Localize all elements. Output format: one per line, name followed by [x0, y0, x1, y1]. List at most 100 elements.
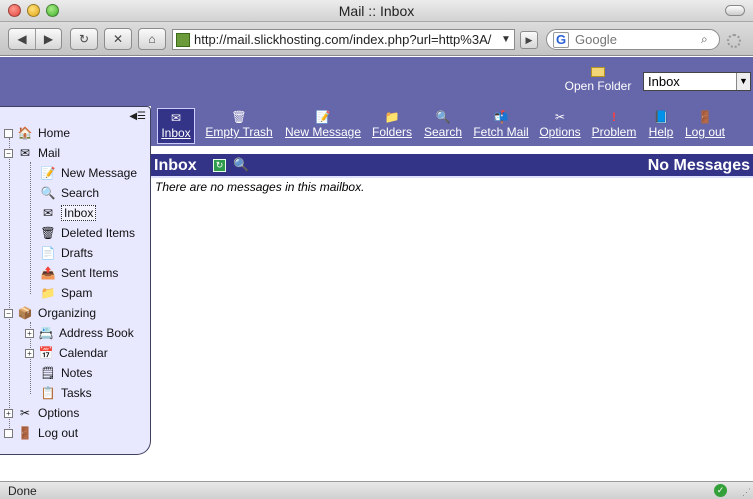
mail-toolbar-inbox[interactable]: ✉ Inbox — [157, 108, 195, 144]
sidebar-item-drafts[interactable]: 📄 Drafts — [40, 244, 94, 262]
loading-spinner-icon — [727, 34, 741, 48]
options-icon: ✂ — [554, 110, 566, 124]
sidebar-item-label: Spam — [61, 286, 93, 300]
sidebar-item-search[interactable]: 🔍 Search — [40, 184, 100, 202]
mail-toolbar-problem[interactable]: ! Problem — [589, 108, 639, 144]
resize-grip-icon[interactable]: ⋰ — [742, 487, 751, 498]
sidebar-item-log-out[interactable]: 🚪 Log out — [4, 424, 78, 442]
compose-icon: 📝 — [40, 166, 56, 180]
sidebar-item-sent-items[interactable]: 📤 Sent Items — [40, 264, 119, 282]
browser-toolbar: ◀ ▶ ↻ ✕ ⌂ http://mail.slickhosting.com/i… — [0, 22, 753, 56]
mailbox-search-icon[interactable]: 🔍 — [233, 157, 249, 173]
mail-toolbar-empty-trash[interactable]: 🗑 Empty Trash — [201, 108, 277, 144]
sidebar-item-label: Drafts — [61, 246, 94, 260]
mail-toolbar-label: Options — [539, 125, 581, 139]
toolbar-separator — [151, 146, 753, 154]
sidebar-item-spam[interactable]: 📁 Spam — [40, 284, 93, 302]
forward-button[interactable]: ▶ — [35, 29, 61, 49]
history-nav-group: ◀ ▶ — [8, 28, 62, 50]
open-folder-icon — [591, 67, 605, 77]
mail-toolbar-label: Fetch Mail — [473, 125, 529, 139]
sidebar-item-inbox[interactable]: ✉ Inbox — [40, 204, 97, 222]
folder-select-value: Inbox — [648, 74, 680, 89]
problem-icon: ! — [612, 110, 616, 124]
tree-expand-toggle[interactable]: + — [25, 328, 34, 338]
calendar-icon: 📅 — [38, 346, 54, 360]
sidebar-item-options[interactable]: + ✂ Options — [4, 404, 79, 422]
sidebar-item-label: Notes — [61, 366, 93, 380]
folder-select[interactable]: Inbox ▼ — [643, 72, 751, 91]
tree-expand-toggle[interactable]: − — [4, 308, 13, 318]
tree-leaf-box — [4, 428, 13, 438]
sidebar-item-address-book[interactable]: + 📇 Address Book — [25, 324, 134, 342]
secure-ok-icon: ✓ — [714, 484, 727, 497]
home-icon: ⌂ — [148, 32, 156, 46]
sidebar-item-label: Address Book — [59, 326, 134, 340]
address-url[interactable]: http://mail.slickhosting.com/index.php?u… — [194, 32, 498, 47]
tree-expand-toggle[interactable]: + — [25, 348, 34, 358]
sidebar-item-label: Tasks — [61, 386, 92, 400]
mail-toolbar-label: Empty Trash — [205, 125, 273, 139]
mail-toolbar-folders[interactable]: 📁 Folders — [369, 108, 415, 144]
sidebar-item-organizing[interactable]: − 📦 Organizing — [4, 304, 96, 322]
mail-toolbar-help[interactable]: 📘 Help — [645, 108, 677, 144]
stop-button[interactable]: ✕ — [105, 29, 131, 49]
sidebar-item-calendar[interactable]: + 📅 Calendar — [25, 344, 108, 362]
tree-connector — [30, 162, 31, 294]
reload-button[interactable]: ↻ — [71, 29, 97, 49]
mail-toolbar-label: Inbox — [161, 126, 191, 140]
collapse-sidebar-icon[interactable]: ◀☰ — [129, 111, 146, 122]
sidebar-item-home[interactable]: 🏠 Home — [4, 124, 70, 142]
stop-icon: ✕ — [112, 32, 124, 46]
mail-toolbar-label: Help — [648, 125, 674, 139]
home-button[interactable]: ⌂ — [139, 29, 165, 49]
magnifier-icon[interactable]: ⌕ — [701, 32, 719, 47]
forward-arrow-icon: ▶ — [43, 32, 54, 46]
status-text: Done — [8, 484, 37, 498]
address-bar[interactable]: http://mail.slickhosting.com/index.php?u… — [172, 29, 515, 50]
sidebar-item-notes[interactable]: 🗒 Notes — [40, 364, 92, 382]
sidebar-item-label: Inbox — [61, 205, 97, 221]
sidebar-item-label: New Message — [61, 166, 138, 180]
mail-toolbar-label: Search — [423, 125, 463, 139]
tree-expand-toggle[interactable]: − — [4, 148, 13, 158]
search-input[interactable] — [575, 32, 701, 47]
tree-leaf-box — [4, 128, 13, 138]
tasks-icon: 📋 — [40, 386, 56, 400]
folder-icon: 📁 — [40, 286, 56, 300]
app-header: Open Folder Inbox ▼ — [0, 57, 753, 106]
tree-connector — [9, 138, 10, 434]
back-button[interactable]: ◀ — [9, 29, 35, 49]
sidebar-item-tasks[interactable]: 📋 Tasks — [40, 384, 92, 402]
go-button[interactable]: ▶ — [520, 31, 538, 49]
tree-expand-toggle[interactable]: + — [4, 408, 13, 418]
sidebar-item-mail[interactable]: − ✉ Mail — [4, 144, 60, 162]
url-history-dropdown-icon[interactable]: ▼ — [498, 34, 514, 45]
search-engine-icon[interactable]: G — [553, 31, 569, 48]
help-icon: 📘 — [653, 110, 669, 124]
mailbox-header: Inbox ↻ 🔍 No Messages — [151, 154, 753, 178]
sidebar-item-label: Options — [38, 406, 80, 420]
mail-toolbar-label: Folders — [371, 125, 412, 139]
mail-toolbar-log-out[interactable]: 🚪 Log out — [681, 108, 729, 144]
options-icon: ✂ — [19, 406, 31, 420]
mail-icon: ✉ — [19, 146, 31, 160]
open-folder-button[interactable]: Open Folder — [562, 67, 634, 93]
go-arrow-icon: ▶ — [525, 34, 533, 45]
window-titlebar: Mail :: Inbox — [0, 0, 753, 22]
mail-toolbar-options[interactable]: ✂ Options — [537, 108, 583, 144]
window-title: Mail :: Inbox — [338, 3, 415, 19]
refresh-icon[interactable]: ↻ — [213, 159, 226, 172]
sidebar-item-deleted-items[interactable]: 🗑 Deleted Items — [40, 224, 135, 242]
mail-toolbar-fetch-mail[interactable]: 📬 Fetch Mail — [471, 108, 531, 144]
sidebar-item-label: Log out — [38, 426, 79, 440]
site-favicon-icon — [176, 32, 190, 47]
drafts-icon: 📄 — [40, 246, 56, 260]
mail-toolbar-search[interactable]: 🔍 Search — [421, 108, 465, 144]
open-folder-label: Open Folder — [564, 79, 632, 93]
mail-toolbar-new-message[interactable]: 📝 New Message — [283, 108, 363, 144]
search-box[interactable]: G ⌕ — [546, 29, 720, 50]
toolbar-toggle-button[interactable] — [725, 5, 745, 16]
mail-toolbar-label: New Message — [284, 125, 362, 139]
sidebar-item-new-message[interactable]: 📝 New Message — [40, 164, 138, 182]
